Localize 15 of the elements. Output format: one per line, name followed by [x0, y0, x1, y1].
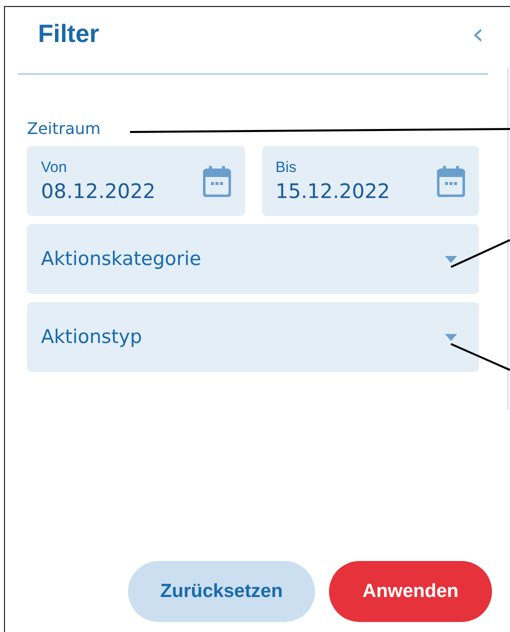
calendar-icon[interactable] — [437, 165, 465, 197]
collapse-button[interactable]: ‹ — [468, 20, 488, 50]
date-field[interactable]: Bis 15.12.2022 — [262, 146, 479, 216]
leader-line — [450, 343, 510, 371]
section-label: Zeitraum — [27, 119, 101, 138]
reset-button[interactable]: Zurücksetzen — [128, 561, 315, 622]
caret-icon — [445, 256, 457, 262]
apply-button[interactable]: Anwenden — [329, 561, 492, 622]
dropdown-field[interactable]: Aktionskategorie — [27, 224, 479, 294]
caret-icon — [445, 334, 457, 340]
date-field[interactable]: Von 08.12.2022 — [27, 146, 244, 216]
panel-title: Filter — [38, 20, 100, 49]
dropdown-field[interactable]: Aktionstyp — [27, 302, 479, 372]
calendar-icon[interactable] — [202, 165, 230, 197]
leader-line — [450, 239, 510, 268]
